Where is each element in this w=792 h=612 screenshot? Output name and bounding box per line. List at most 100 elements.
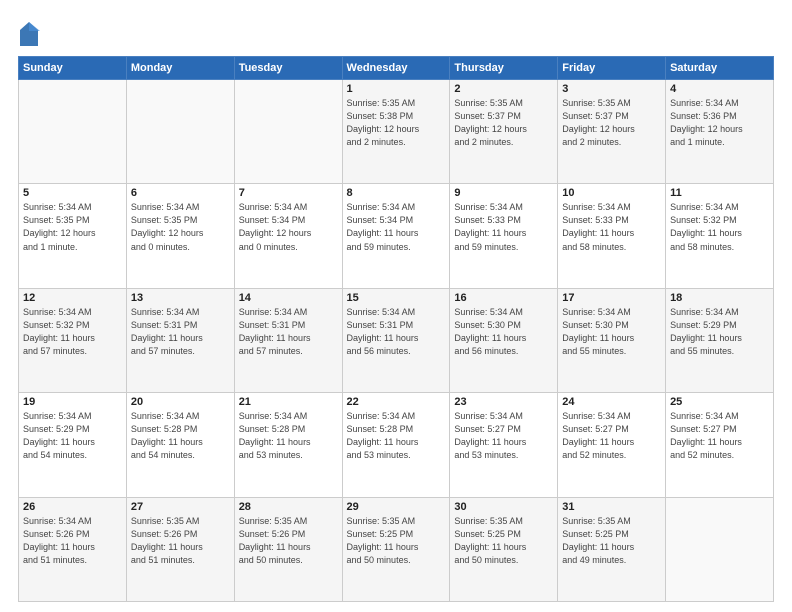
day-number: 24 (562, 396, 661, 408)
calendar-week-row: 19 Sunrise: 5:34 AM Sunset: 5:29 PM Dayli… (19, 393, 774, 497)
calendar-cell: 11 Sunrise: 5:34 AM Sunset: 5:32 PM Dayli… (666, 184, 774, 288)
calendar-cell: 31 Sunrise: 5:35 AM Sunset: 5:25 PM Dayli… (558, 497, 666, 601)
day-info: Sunrise: 5:35 AM Sunset: 5:37 PM Dayligh… (454, 97, 553, 149)
day-info: Sunrise: 5:34 AM Sunset: 5:27 PM Dayligh… (562, 410, 661, 462)
calendar-cell (126, 80, 234, 184)
calendar-cell: 13 Sunrise: 5:34 AM Sunset: 5:31 PM Dayli… (126, 288, 234, 392)
calendar-cell (234, 80, 342, 184)
day-number: 21 (239, 396, 338, 408)
day-info: Sunrise: 5:35 AM Sunset: 5:38 PM Dayligh… (347, 97, 446, 149)
calendar-cell: 5 Sunrise: 5:34 AM Sunset: 5:35 PM Daylig… (19, 184, 127, 288)
weekday-header: Friday (558, 57, 666, 80)
day-number: 11 (670, 187, 769, 199)
day-info: Sunrise: 5:34 AM Sunset: 5:29 PM Dayligh… (23, 410, 122, 462)
day-number: 7 (239, 187, 338, 199)
calendar-cell: 3Sunrise: 5:35 AM Sunset: 5:37 PM Daylig… (558, 80, 666, 184)
calendar-cell: 18 Sunrise: 5:34 AM Sunset: 5:29 PM Dayli… (666, 288, 774, 392)
calendar-cell: 20Sunrise: 5:34 AM Sunset: 5:28 PM Dayli… (126, 393, 234, 497)
day-number: 31 (562, 501, 661, 513)
day-number: 9 (454, 187, 553, 199)
day-info: Sunrise: 5:34 AM Sunset: 5:31 PM Dayligh… (131, 306, 230, 358)
day-info: Sunrise: 5:34 AM Sunset: 5:29 PM Dayligh… (670, 306, 769, 358)
day-info: Sunrise: 5:34 AM Sunset: 5:27 PM Dayligh… (454, 410, 553, 462)
weekday-header: Sunday (19, 57, 127, 80)
day-info: Sunrise: 5:34 AM Sunset: 5:32 PM Dayligh… (23, 306, 122, 358)
day-info: Sunrise: 5:35 AM Sunset: 5:25 PM Dayligh… (347, 515, 446, 567)
day-info: Sunrise: 5:34 AM Sunset: 5:30 PM Dayligh… (454, 306, 553, 358)
day-number: 25 (670, 396, 769, 408)
calendar-week-row: 12 Sunrise: 5:34 AM Sunset: 5:32 PM Dayli… (19, 288, 774, 392)
day-info: Sunrise: 5:34 AM Sunset: 5:34 PM Dayligh… (239, 201, 338, 253)
day-info: Sunrise: 5:34 AM Sunset: 5:31 PM Dayligh… (347, 306, 446, 358)
day-info: Sunrise: 5:34 AM Sunset: 5:26 PM Dayligh… (23, 515, 122, 567)
day-number: 12 (23, 292, 122, 304)
calendar-cell: 21Sunrise: 5:34 AM Sunset: 5:28 PM Dayli… (234, 393, 342, 497)
day-number: 19 (23, 396, 122, 408)
day-info: Sunrise: 5:35 AM Sunset: 5:25 PM Dayligh… (562, 515, 661, 567)
calendar-cell: 8Sunrise: 5:34 AM Sunset: 5:34 PM Daylig… (342, 184, 450, 288)
day-number: 13 (131, 292, 230, 304)
day-number: 17 (562, 292, 661, 304)
day-info: Sunrise: 5:34 AM Sunset: 5:35 PM Dayligh… (23, 201, 122, 253)
day-number: 26 (23, 501, 122, 513)
day-number: 2 (454, 83, 553, 95)
calendar-cell: 22 Sunrise: 5:34 AM Sunset: 5:28 PM Dayli… (342, 393, 450, 497)
calendar-week-row: 1 Sunrise: 5:35 AM Sunset: 5:38 PM Daylig… (19, 80, 774, 184)
day-info: Sunrise: 5:35 AM Sunset: 5:37 PM Dayligh… (562, 97, 661, 149)
calendar-cell: 4Sunrise: 5:34 AM Sunset: 5:36 PM Daylig… (666, 80, 774, 184)
calendar-cell: 27 Sunrise: 5:35 AM Sunset: 5:26 PM Dayli… (126, 497, 234, 601)
calendar-week-row: 26 Sunrise: 5:34 AM Sunset: 5:26 PM Dayli… (19, 497, 774, 601)
page: SundayMondayTuesdayWednesdayThursdayFrid… (0, 0, 792, 612)
day-number: 10 (562, 187, 661, 199)
weekday-header: Tuesday (234, 57, 342, 80)
calendar-cell: 9 Sunrise: 5:34 AM Sunset: 5:33 PM Daylig… (450, 184, 558, 288)
day-info: Sunrise: 5:34 AM Sunset: 5:28 PM Dayligh… (347, 410, 446, 462)
day-info: Sunrise: 5:34 AM Sunset: 5:33 PM Dayligh… (454, 201, 553, 253)
day-info: Sunrise: 5:35 AM Sunset: 5:26 PM Dayligh… (131, 515, 230, 567)
calendar-cell: 23 Sunrise: 5:34 AM Sunset: 5:27 PM Dayli… (450, 393, 558, 497)
day-info: Sunrise: 5:34 AM Sunset: 5:27 PM Dayligh… (670, 410, 769, 462)
calendar-cell: 12 Sunrise: 5:34 AM Sunset: 5:32 PM Dayli… (19, 288, 127, 392)
day-info: Sunrise: 5:34 AM Sunset: 5:36 PM Dayligh… (670, 97, 769, 149)
calendar-cell: 1 Sunrise: 5:35 AM Sunset: 5:38 PM Daylig… (342, 80, 450, 184)
calendar-cell: 6 Sunrise: 5:34 AM Sunset: 5:35 PM Daylig… (126, 184, 234, 288)
calendar-cell: 7 Sunrise: 5:34 AM Sunset: 5:34 PM Daylig… (234, 184, 342, 288)
calendar-table: SundayMondayTuesdayWednesdayThursdayFrid… (18, 56, 774, 602)
day-info: Sunrise: 5:34 AM Sunset: 5:33 PM Dayligh… (562, 201, 661, 253)
day-number: 14 (239, 292, 338, 304)
day-number: 15 (347, 292, 446, 304)
day-number: 27 (131, 501, 230, 513)
day-number: 18 (670, 292, 769, 304)
day-number: 1 (347, 83, 446, 95)
calendar-cell (19, 80, 127, 184)
day-info: Sunrise: 5:34 AM Sunset: 5:30 PM Dayligh… (562, 306, 661, 358)
calendar-cell: 28Sunrise: 5:35 AM Sunset: 5:26 PM Dayli… (234, 497, 342, 601)
logo-icon (18, 20, 40, 48)
logo (18, 20, 44, 48)
day-info: Sunrise: 5:34 AM Sunset: 5:32 PM Dayligh… (670, 201, 769, 253)
weekday-header: Thursday (450, 57, 558, 80)
day-number: 22 (347, 396, 446, 408)
calendar-cell: 14Sunrise: 5:34 AM Sunset: 5:31 PM Dayli… (234, 288, 342, 392)
calendar-cell: 24 Sunrise: 5:34 AM Sunset: 5:27 PM Dayli… (558, 393, 666, 497)
calendar-cell: 15 Sunrise: 5:34 AM Sunset: 5:31 PM Dayli… (342, 288, 450, 392)
calendar-cell (666, 497, 774, 601)
calendar-cell: 29Sunrise: 5:35 AM Sunset: 5:25 PM Dayli… (342, 497, 450, 601)
day-number: 8 (347, 187, 446, 199)
calendar-week-row: 5 Sunrise: 5:34 AM Sunset: 5:35 PM Daylig… (19, 184, 774, 288)
calendar-cell: 17 Sunrise: 5:34 AM Sunset: 5:30 PM Dayli… (558, 288, 666, 392)
calendar-header-row: SundayMondayTuesdayWednesdayThursdayFrid… (19, 57, 774, 80)
day-info: Sunrise: 5:34 AM Sunset: 5:35 PM Dayligh… (131, 201, 230, 253)
weekday-header: Monday (126, 57, 234, 80)
day-number: 30 (454, 501, 553, 513)
day-number: 20 (131, 396, 230, 408)
calendar-cell: 2 Sunrise: 5:35 AM Sunset: 5:37 PM Daylig… (450, 80, 558, 184)
day-number: 23 (454, 396, 553, 408)
calendar-cell: 26 Sunrise: 5:34 AM Sunset: 5:26 PM Dayli… (19, 497, 127, 601)
day-number: 5 (23, 187, 122, 199)
weekday-header: Wednesday (342, 57, 450, 80)
day-info: Sunrise: 5:35 AM Sunset: 5:25 PM Dayligh… (454, 515, 553, 567)
day-number: 6 (131, 187, 230, 199)
calendar-cell: 16Sunrise: 5:34 AM Sunset: 5:30 PM Dayli… (450, 288, 558, 392)
day-info: Sunrise: 5:35 AM Sunset: 5:26 PM Dayligh… (239, 515, 338, 567)
